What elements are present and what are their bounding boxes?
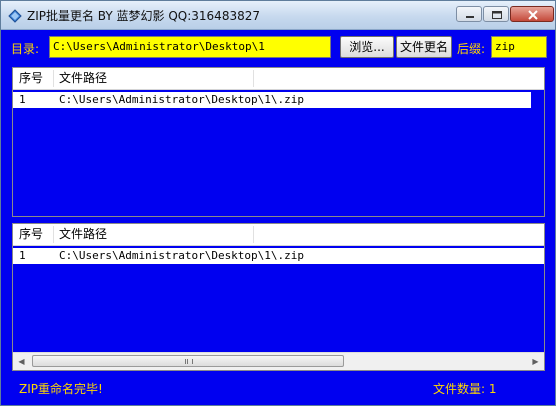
window-title: ZIP批量更名 BY 蓝梦幻影 QQ:316483827 (27, 9, 260, 23)
row-index: 1 (19, 249, 26, 262)
close-button[interactable] (510, 6, 554, 22)
browse-button[interactable]: 浏览... (340, 36, 394, 58)
directory-input[interactable]: C:\Users\Administrator\Desktop\1 (49, 36, 331, 58)
maximize-icon (492, 11, 502, 19)
rename-files-button[interactable]: 文件更名 (396, 36, 452, 58)
scroll-left-icon[interactable]: ◀ (13, 353, 30, 370)
directory-label: 目录: (11, 42, 40, 56)
list-header: 序号 文件路径 (13, 224, 544, 246)
scrollbar-thumb[interactable] (32, 355, 344, 367)
suffix-label: 后缀: (457, 42, 486, 56)
app-icon (8, 8, 22, 23)
renamed-file-list[interactable]: 序号 文件路径 1 C:\Users\Administrator\Desktop… (12, 223, 545, 371)
file-count: 文件数量: 1 (433, 382, 497, 396)
suffix-input[interactable]: zip (491, 36, 547, 58)
close-icon (528, 10, 538, 20)
column-header-index[interactable]: 序号 (13, 68, 53, 89)
app-window: ZIP批量更名 BY 蓝梦幻影 QQ:316483827 目录: C:\User… (0, 0, 556, 406)
column-header-path[interactable]: 文件路径 (53, 68, 253, 89)
source-file-list[interactable]: 序号 文件路径 1 C:\Users\Administrator\Desktop… (12, 67, 545, 217)
scroll-right-icon[interactable]: ▶ (527, 353, 544, 370)
horizontal-scrollbar[interactable]: ◀ ▶ (13, 352, 544, 370)
column-header-path[interactable]: 文件路径 (53, 224, 253, 245)
table-row[interactable]: 1 C:\Users\Administrator\Desktop\1\.zip (13, 92, 531, 108)
row-index: 1 (19, 93, 26, 106)
grip-icon (185, 359, 193, 364)
minimize-icon (466, 16, 474, 18)
row-path: C:\Users\Administrator\Desktop\1\.zip (59, 249, 305, 262)
row-path: C:\Users\Administrator\Desktop\1\.zip (59, 93, 305, 106)
status-message: ZIP重命名完毕! (19, 382, 103, 396)
list-header: 序号 文件路径 (13, 68, 544, 90)
minimize-button[interactable] (456, 6, 482, 22)
maximize-button[interactable] (483, 6, 509, 22)
column-header-index[interactable]: 序号 (13, 224, 53, 245)
title-bar[interactable]: ZIP批量更名 BY 蓝梦幻影 QQ:316483827 (1, 1, 555, 30)
table-row[interactable]: 1 C:\Users\Administrator\Desktop\1\.zip (13, 248, 544, 264)
